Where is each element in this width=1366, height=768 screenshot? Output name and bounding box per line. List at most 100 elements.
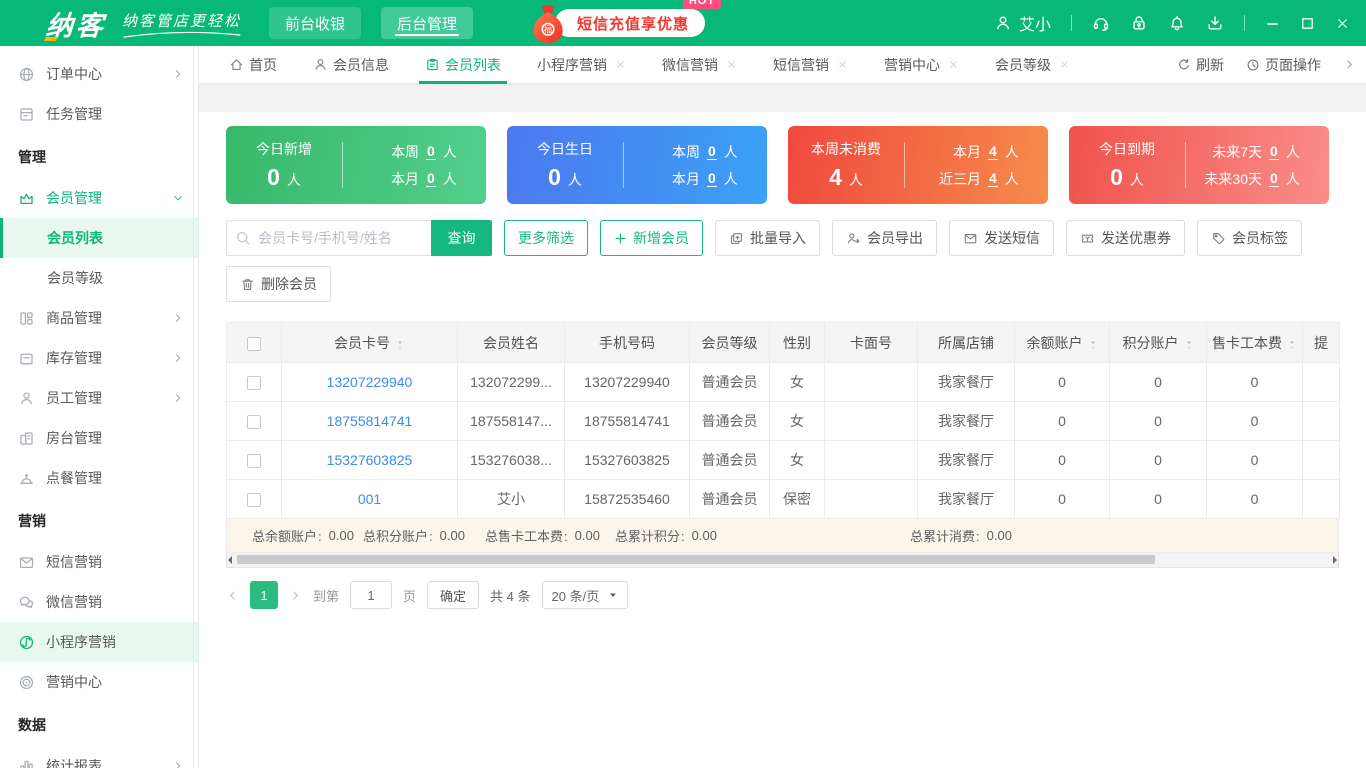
column-header[interactable]: 所属店铺: [918, 323, 1015, 363]
page-ops-label: 页面操作: [1265, 55, 1321, 75]
sidebar-item[interactable]: 管理: [0, 136, 198, 178]
table-cell: 0: [1207, 480, 1303, 519]
tab[interactable]: 会员列表: [425, 46, 501, 83]
tab[interactable]: 微信营销: [662, 46, 737, 83]
stat-unit: 人: [849, 172, 863, 188]
stat-row-value[interactable]: 0: [1269, 143, 1279, 160]
tab-close-icon[interactable]: [615, 59, 626, 70]
sidebar-item[interactable]: 营销: [0, 500, 198, 542]
sidebar-scrollbar[interactable]: [193, 46, 194, 768]
column-header[interactable]: 卡面号: [825, 323, 918, 363]
sidebar-item[interactable]: 订单中心: [0, 54, 198, 94]
scroll-right-arrow[interactable]: [1333, 556, 1337, 564]
sidebar-item[interactable]: 库存管理: [0, 338, 198, 378]
column-header[interactable]: 提: [1303, 323, 1340, 363]
download-icon[interactable]: [1206, 14, 1224, 32]
column-header[interactable]: 会员姓名: [458, 323, 565, 363]
sidebar-item[interactable]: 营销中心: [0, 662, 198, 702]
column-header[interactable]: 积分账户: [1110, 323, 1207, 363]
scrollbar-thumb[interactable]: [237, 555, 1155, 564]
horizontal-scrollbar[interactable]: [226, 553, 1339, 568]
sort-icon[interactable]: [1088, 337, 1098, 351]
sidebar-item[interactable]: 房台管理: [0, 418, 198, 458]
user-menu[interactable]: 艾小: [994, 11, 1051, 35]
toolbar-button[interactable]: 发送优惠券: [1066, 220, 1185, 256]
topbar-nav-button[interactable]: 前台收银: [269, 7, 361, 39]
sidebar-item[interactable]: 数据: [0, 704, 198, 746]
stat-row-value[interactable]: 0: [426, 170, 436, 187]
column-header[interactable]: 性别: [770, 323, 825, 363]
tab-close-icon[interactable]: [948, 59, 959, 70]
row-checkbox[interactable]: [247, 415, 261, 429]
page-ops-icon: [1246, 58, 1260, 72]
stat-row-value[interactable]: 4: [988, 170, 998, 187]
page-ops-button[interactable]: 页面操作: [1246, 55, 1321, 75]
stat-row-value[interactable]: 0: [1269, 170, 1279, 187]
chevron-right-icon[interactable]: [1343, 58, 1356, 71]
sort-icon[interactable]: [1184, 337, 1194, 351]
toolbar-button[interactable]: 会员标签: [1197, 220, 1302, 256]
delete-member-button[interactable]: 删除会员: [226, 266, 331, 302]
stat-unit: 人: [568, 172, 582, 188]
column-header[interactable]: 余额账户: [1015, 323, 1110, 363]
confirm-page-button[interactable]: 确定: [427, 581, 479, 609]
toolbar-button[interactable]: 发送短信: [949, 220, 1054, 256]
tab-close-icon[interactable]: [837, 59, 848, 70]
tab[interactable]: 短信营销: [773, 46, 848, 83]
stat-row-value[interactable]: 4: [988, 143, 998, 160]
next-page-button[interactable]: [289, 589, 302, 602]
toolbar-button[interactable]: 会员导出: [832, 220, 937, 256]
row-checkbox[interactable]: [247, 493, 261, 507]
sidebar-item[interactable]: 任务管理: [0, 94, 198, 134]
refresh-button[interactable]: 刷新: [1177, 55, 1224, 75]
tab[interactable]: 会员信息: [313, 46, 389, 83]
search-button[interactable]: 查询: [431, 220, 492, 256]
tab[interactable]: 营销中心: [884, 46, 959, 83]
current-page[interactable]: 1: [250, 581, 278, 609]
tab-close-icon[interactable]: [1059, 59, 1070, 70]
sidebar-item[interactable]: 点餐管理: [0, 458, 198, 498]
page-size-select[interactable]: 20 条/页: [542, 581, 629, 609]
select-all-checkbox[interactable]: [247, 337, 261, 351]
stat-row-value[interactable]: 0: [426, 143, 436, 160]
row-checkbox[interactable]: [247, 376, 261, 390]
row-checkbox[interactable]: [247, 454, 261, 468]
sidebar-item[interactable]: 会员列表: [0, 218, 198, 258]
close-icon[interactable]: [1335, 16, 1350, 31]
stat-row-unit: 人: [443, 142, 457, 162]
goto-page-input[interactable]: [350, 581, 392, 609]
sort-icon[interactable]: [1287, 337, 1297, 351]
column-header[interactable]: 手机号码: [565, 323, 690, 363]
maximize-icon[interactable]: [1300, 16, 1315, 31]
sidebar-item[interactable]: 微信营销: [0, 582, 198, 622]
sms-promo-banner[interactable]: 福 短信充值享优惠 HOT: [529, 2, 705, 44]
bell-icon[interactable]: [1168, 14, 1186, 32]
more-filter-button[interactable]: 更多筛选: [504, 220, 588, 256]
stat-row-value[interactable]: 0: [707, 143, 717, 160]
lock-icon[interactable]: [1130, 14, 1148, 32]
topbar-nav-button[interactable]: 后台管理: [381, 7, 473, 39]
tab[interactable]: 会员等级: [995, 46, 1070, 83]
column-header[interactable]: 会员等级: [690, 323, 770, 363]
column-header[interactable]: 会员卡号: [282, 323, 458, 363]
sidebar-item[interactable]: 短信营销: [0, 542, 198, 582]
sidebar-item[interactable]: 统计报表: [0, 746, 198, 768]
column-header[interactable]: 售卡工本费: [1207, 323, 1303, 363]
minimize-icon[interactable]: [1265, 16, 1280, 31]
tab[interactable]: 小程序营销: [537, 46, 626, 83]
scroll-left-arrow[interactable]: [228, 556, 232, 564]
sidebar-item[interactable]: 小程序营销: [0, 622, 198, 662]
tab-close-icon[interactable]: [726, 59, 737, 70]
sidebar-item[interactable]: 会员等级: [0, 258, 198, 298]
sort-icon[interactable]: [395, 337, 405, 351]
headset-icon[interactable]: [1092, 14, 1110, 32]
stat-row-value[interactable]: 0: [707, 170, 717, 187]
sidebar-item[interactable]: 员工管理: [0, 378, 198, 418]
sidebar-item[interactable]: 商品管理: [0, 298, 198, 338]
search-input[interactable]: [226, 220, 431, 256]
toolbar-button[interactable]: 批量导入: [715, 220, 820, 256]
tab[interactable]: 首页: [229, 46, 277, 83]
prev-page-button[interactable]: [226, 589, 239, 602]
sidebar-item[interactable]: 会员管理: [0, 178, 198, 218]
add-member-button[interactable]: 新增会员: [600, 220, 703, 256]
